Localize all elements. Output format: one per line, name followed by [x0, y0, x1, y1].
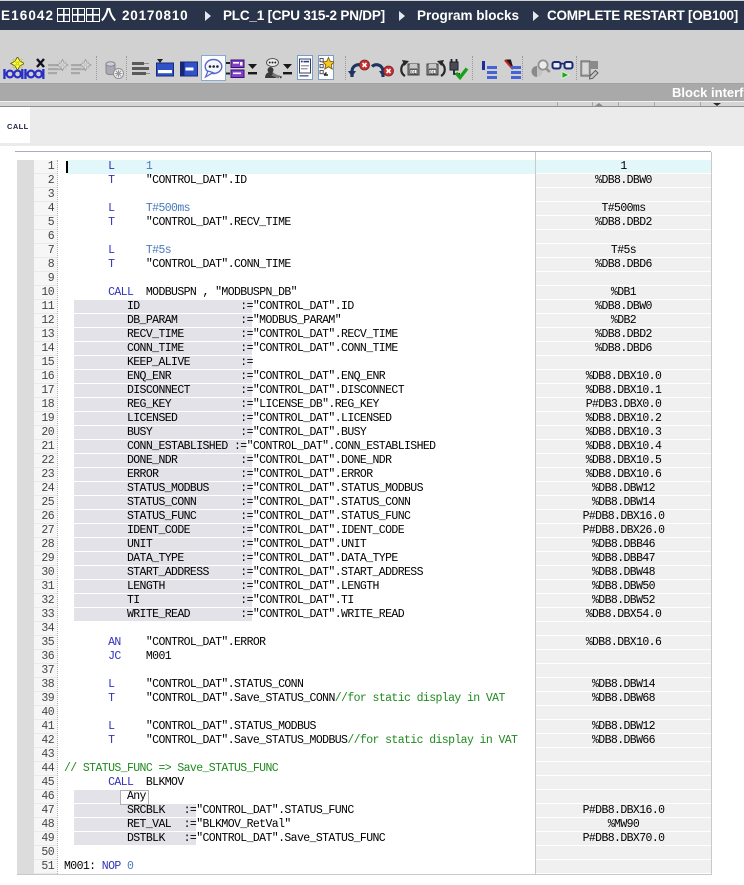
svg-text:01: 01 [430, 69, 436, 74]
svg-text:01: 01 [411, 69, 417, 74]
